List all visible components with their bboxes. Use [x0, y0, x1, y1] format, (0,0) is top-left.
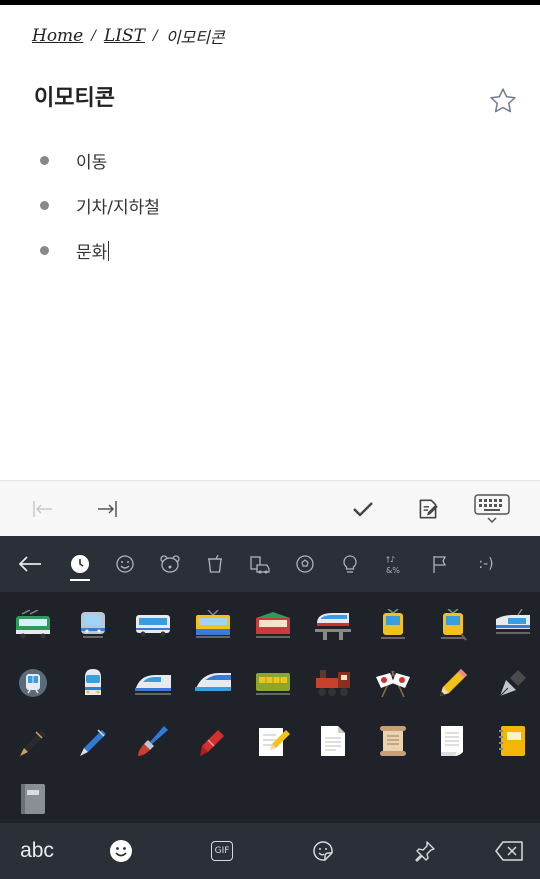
emoji-monorail-icon[interactable] [484, 596, 540, 654]
emoji-crossed-flags-icon[interactable] [364, 654, 422, 712]
page-title: 이모티콘 [34, 86, 115, 111]
drink-cup-icon[interactable] [201, 550, 229, 578]
keyboard-hide-icon[interactable] [472, 481, 512, 537]
list-item[interactable]: 이동 [40, 138, 160, 183]
emoji-train-front-icon[interactable] [64, 654, 122, 712]
emoji-memo-icon[interactable] [244, 712, 302, 770]
breadcrumb-separator: / [152, 28, 158, 44]
symbols-icon[interactable]: †♪ &% [381, 550, 409, 578]
category-indicator [70, 579, 90, 581]
emoji-railway-car-icon[interactable] [244, 654, 302, 712]
bear-icon[interactable] [156, 550, 184, 578]
emoji-crayon-icon[interactable] [184, 712, 242, 770]
checkmark-icon[interactable] [348, 481, 378, 537]
breadcrumb-home-link[interactable]: Home [32, 26, 83, 46]
breadcrumb-list-link[interactable]: LIST [104, 26, 145, 46]
breadcrumb: Home / LIST / 이모티콘 [32, 24, 225, 48]
soccer-ball-icon[interactable] [291, 550, 319, 578]
pin-icon[interactable] [410, 823, 440, 879]
emoji-railway-car-icon[interactable] [244, 596, 302, 654]
travel-car-icon[interactable] [246, 550, 274, 578]
emoji-category-bar: †♪ &% :-) [0, 536, 540, 592]
emoji-grid [0, 592, 540, 824]
emoji-tram-icon[interactable] [364, 596, 422, 654]
list-item-label: 문화 [76, 243, 108, 263]
emoji-black-pen-icon[interactable] [4, 712, 62, 770]
star-icon[interactable] [488, 86, 518, 116]
list-item[interactable]: 기차/지하철 [40, 183, 160, 228]
list-item-label: 기차/지하철 [76, 198, 160, 218]
emoji-tram-icon[interactable] [424, 596, 482, 654]
list-item-label: 이동 [76, 153, 108, 173]
emoji-smiley-icon[interactable] [106, 823, 136, 879]
gif-label: GIF [210, 841, 234, 861]
emoji-ledger-icon[interactable] [484, 712, 540, 770]
emoji-keyboard: †♪ &% :-) abc GIF [0, 536, 540, 879]
emoji-bullet-train-icon[interactable] [184, 654, 242, 712]
emoji-page-curl-icon[interactable] [424, 712, 482, 770]
emoji-fountain-pen-icon[interactable] [484, 654, 540, 712]
smiley-icon[interactable] [111, 550, 139, 578]
bullet-icon [40, 156, 49, 165]
emoticon-tab[interactable]: :-) [472, 550, 500, 578]
bullet-icon [40, 201, 49, 210]
emoji-locomotive-icon[interactable] [304, 654, 362, 712]
abc-keyboard-button[interactable]: abc [10, 823, 64, 879]
bullet-icon [40, 246, 49, 255]
emoji-monorail-icon[interactable] [304, 596, 362, 654]
emoji-tram-car-icon[interactable] [184, 596, 242, 654]
emoji-bus-icon[interactable] [124, 596, 182, 654]
flag-icon[interactable] [426, 550, 454, 578]
edit-note-icon[interactable] [413, 481, 443, 537]
list-item[interactable]: 문화 [40, 228, 160, 273]
emoji-pencil-icon[interactable] [424, 654, 482, 712]
keyboard-bottom-bar: abc GIF [0, 823, 540, 879]
emoji-trolleybus-icon[interactable] [4, 596, 62, 654]
breadcrumb-current: 이모티콘 [165, 28, 225, 47]
emoji-paintbrush-icon[interactable] [124, 712, 182, 770]
lightbulb-icon[interactable] [336, 550, 364, 578]
text-cursor [108, 240, 110, 261]
sticker-icon[interactable] [308, 823, 338, 879]
editor-toolbar [0, 480, 540, 536]
bullet-list: 이동 기차/지하철 문화 [40, 138, 160, 273]
emoji-metro-icon[interactable] [4, 654, 62, 712]
emoji-notebook-icon[interactable] [4, 770, 62, 828]
indent-icon[interactable] [92, 481, 122, 537]
gif-button[interactable]: GIF [205, 823, 239, 879]
emoji-pen-icon[interactable] [64, 712, 122, 770]
back-arrow-icon[interactable] [16, 550, 44, 578]
backspace-icon[interactable] [492, 823, 526, 879]
breadcrumb-separator: / [91, 28, 96, 44]
svg-text:†♪: †♪ [386, 555, 395, 564]
svg-text:&%: &% [386, 566, 400, 575]
emoji-scroll-icon[interactable] [364, 712, 422, 770]
emoji-page-icon[interactable] [304, 712, 362, 770]
recent-clock-icon[interactable] [66, 550, 94, 578]
status-bar [0, 0, 540, 5]
emoji-high-speed-train-icon[interactable] [124, 654, 182, 712]
outdent-icon[interactable] [28, 481, 58, 537]
emoji-light-rail-icon[interactable] [64, 596, 122, 654]
